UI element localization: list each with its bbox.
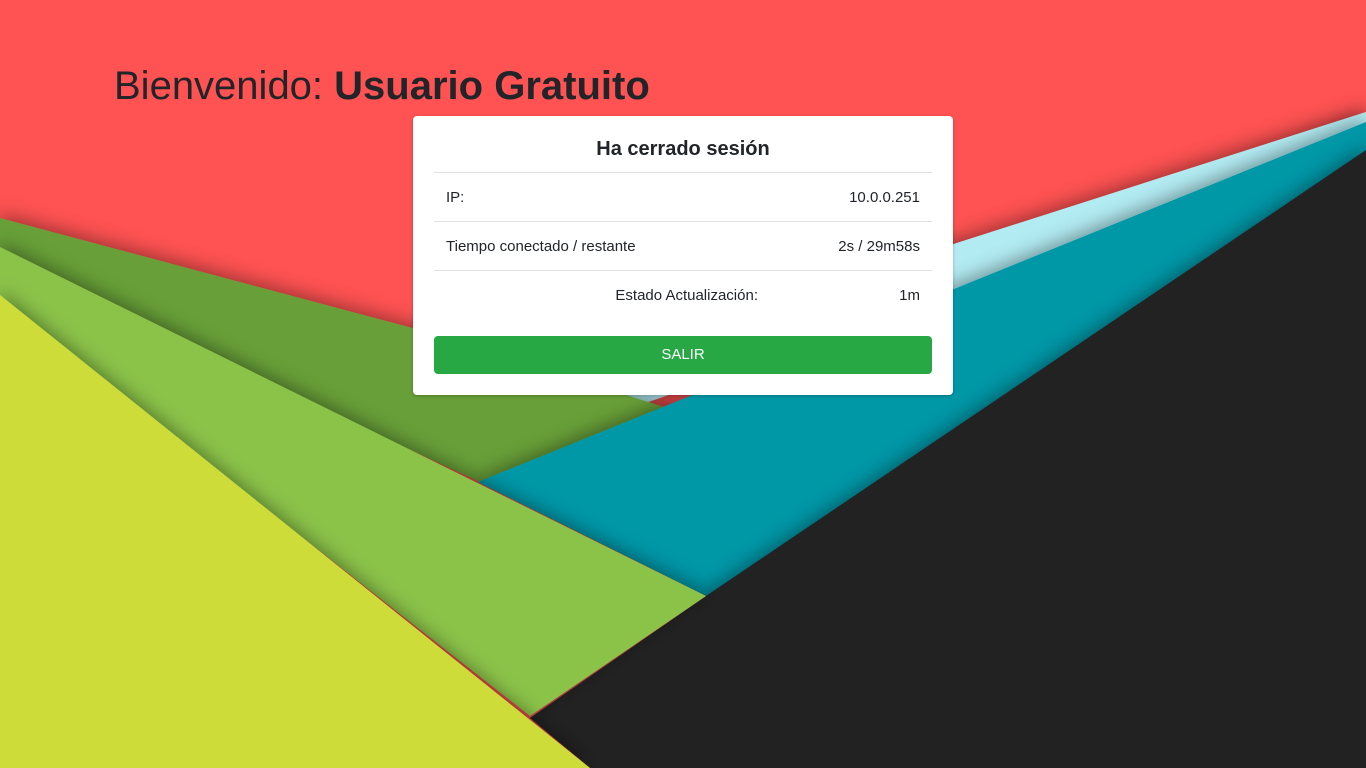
session-status-title: Ha cerrado sesión [434, 116, 932, 173]
refresh-status-value: 1m [899, 287, 920, 304]
time-label: Tiempo conectado / restante [446, 238, 636, 255]
time-row: Tiempo conectado / restante 2s / 29m58s [434, 222, 932, 271]
ip-label: IP: [446, 189, 465, 206]
user-name: Usuario Gratuito [334, 64, 650, 108]
ip-value: 10.0.0.251 [849, 189, 920, 206]
refresh-status-row: Estado Actualización: 1m [434, 271, 932, 320]
refresh-status-label: Estado Actualización: [615, 287, 758, 304]
welcome-heading: Bienvenido: Usuario Gratuito [114, 62, 650, 110]
background-stage: Bienvenido: Usuario Gratuito Ha cerrado … [0, 0, 1366, 768]
welcome-label: Bienvenido: [114, 64, 324, 108]
session-card: Ha cerrado sesión IP: 10.0.0.251 Tiempo … [413, 116, 953, 395]
exit-button[interactable]: SALIR [434, 336, 932, 374]
time-value: 2s / 29m58s [838, 238, 920, 255]
ip-row: IP: 10.0.0.251 [434, 173, 932, 222]
